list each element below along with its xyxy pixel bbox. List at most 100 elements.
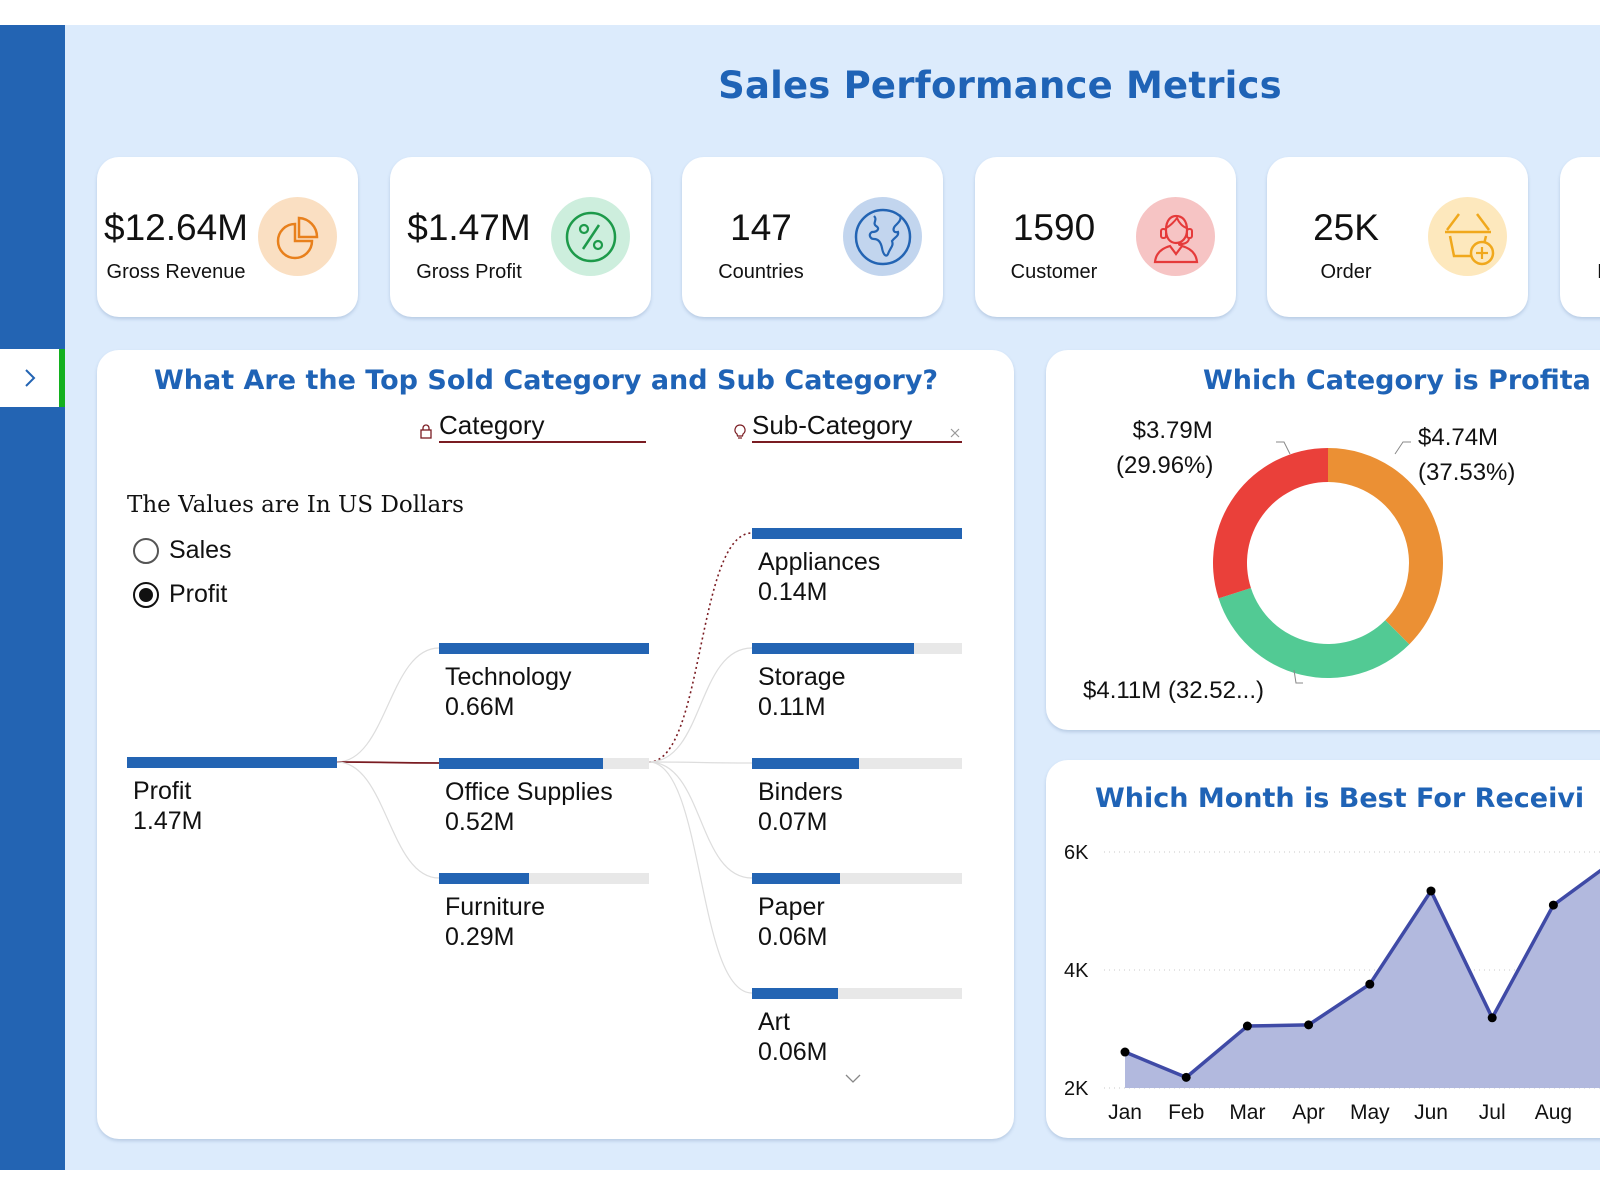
chevron-right-icon [24,369,35,387]
node-label: Storage [758,663,846,691]
tree-link-sub-2 [648,761,753,764]
pie-chart-icon [258,197,337,276]
kpi-card-partial: I [1560,157,1600,317]
x-tick-label: Mar [1229,1101,1265,1124]
kpi-value: $1.47M [407,207,531,248]
node-value: 0.11M [758,693,826,721]
donut-leader-line-1 [1394,441,1411,455]
node-bar-fill [439,643,649,654]
node-label: Art [758,1008,790,1036]
globe-icon [843,197,922,276]
data-point-jun[interactable] [1426,886,1436,896]
tree-link-root-2 [336,761,440,879]
node-label: Appliances [758,548,881,576]
node-bar-fill [752,873,841,884]
node-value: 0.14M [758,578,828,606]
kpi-card-countries: 147 Countries [682,157,943,317]
node-bar-track [439,873,649,884]
node-bar-fill [752,988,839,999]
kpi-value: $12.64M [104,207,248,248]
node-label: Office Supplies [445,778,613,806]
basket-add-icon [1428,197,1507,276]
y-tick-label: 4K [1064,960,1089,982]
donut-slice-2[interactable] [1213,448,1328,599]
donut-leader-line-0 [1276,441,1291,455]
kpi-label: Gross Profit [416,261,522,283]
node-value: 0.06M [758,1038,828,1066]
data-point-apr[interactable] [1304,1020,1314,1030]
chevron-down-icon[interactable] [845,1074,861,1084]
customer-support-icon [1136,197,1215,276]
x-tick-label: Jan [1108,1101,1142,1124]
node-bar-fill [752,758,860,769]
kpi-label: Customer [1010,261,1098,283]
x-tick-label: Jul [1479,1101,1506,1124]
node-bar-track [752,758,962,769]
node-bar-track [752,643,962,654]
area-fill [1125,870,1600,1088]
kpi-label: Countries [718,261,804,283]
y-tick-label: 6K [1064,842,1089,864]
donut-label-red-percent: (29.96%) [1116,452,1214,479]
decomposition-tree-panel: What Are the Top Sold Category and Sub C… [97,350,1014,1139]
kpi-value: 1590 [1012,207,1096,248]
node-bar-track [752,873,962,884]
donut-label-red: $3.79M (29.96%) [1116,413,1213,483]
donut-label-orange-percent: (37.53%) [1418,459,1516,486]
sidebar-toggle-button[interactable] [0,349,59,407]
donut-label-green: $4.11M (32.52...) [1083,677,1264,704]
category-profit-panel: Which Category is Profita $3.79M (29.96%… [1046,350,1600,730]
node-bar-track [752,988,962,999]
page-title: Sales Performance Metrics [718,64,1282,107]
x-tick-label: Apr [1292,1101,1325,1124]
data-point-aug[interactable] [1548,900,1558,910]
node-bar-track [439,643,649,654]
node-bar-fill [752,643,914,654]
data-point-mar[interactable] [1242,1021,1252,1031]
node-label: Paper [758,893,825,921]
data-point-may[interactable] [1365,979,1375,989]
node-value: 0.66M [445,693,515,721]
node-label: Technology [445,663,572,691]
tree-connectors [336,532,753,994]
kpi-value: 147 [730,207,792,248]
kpi-card-customer: 1590 Customer [975,157,1236,317]
kpi-card-gross-profit: $1.47M Gross Profit [390,157,651,317]
donut-label-orange-value: $4.74M [1418,424,1499,451]
node-label: Furniture [445,893,546,921]
tree-link-sub-4 [648,761,753,994]
donut-label-red-value: $3.79M [1132,417,1213,444]
data-point-jul[interactable] [1487,1013,1497,1023]
donut-slice-1[interactable] [1218,587,1410,678]
percent-icon [551,197,630,276]
monthly-orders-panel: Which Month is Best For Receivi 2K 4K 6K Ja… [1046,760,1600,1138]
x-tick-label: Feb [1168,1101,1204,1124]
tree-link-sub-0 [648,532,753,763]
kpi-card-order: 25K Order [1267,157,1528,317]
node-bar-fill [127,757,337,768]
kpi-label: Order [1320,261,1372,283]
kpi-label: Gross Revenue [106,261,246,283]
node-bar-fill [439,758,603,769]
kpi-value: 25K [1313,207,1379,248]
tree-link-sub-1 [648,647,753,763]
sidebar-active-indicator [59,349,65,407]
node-value: 1.47M [133,807,203,835]
tree-link-root-0 [336,647,440,763]
tree-link-sub-3 [648,761,753,879]
sidebar [0,25,65,1170]
y-tick-label: 2K [1064,1078,1089,1100]
kpi-card-gross-revenue: $12.64M Gross Revenue [97,157,358,317]
node-bar-track [752,528,962,539]
x-tick-label: Jun [1414,1101,1448,1124]
node-value: 0.52M [445,808,515,836]
data-point-jan[interactable] [1120,1047,1130,1057]
tree-link-root-1 [336,761,440,764]
data-point-feb[interactable] [1181,1072,1191,1082]
node-bar-track [439,758,649,769]
x-tick-label: Aug [1535,1101,1572,1124]
node-bar-fill [439,873,530,884]
node-value: 0.06M [758,923,828,951]
area-chart: 2K4K6KJanFebMarAprMayJunJulAugS [1064,842,1600,1124]
node-label: Profit [133,777,192,805]
